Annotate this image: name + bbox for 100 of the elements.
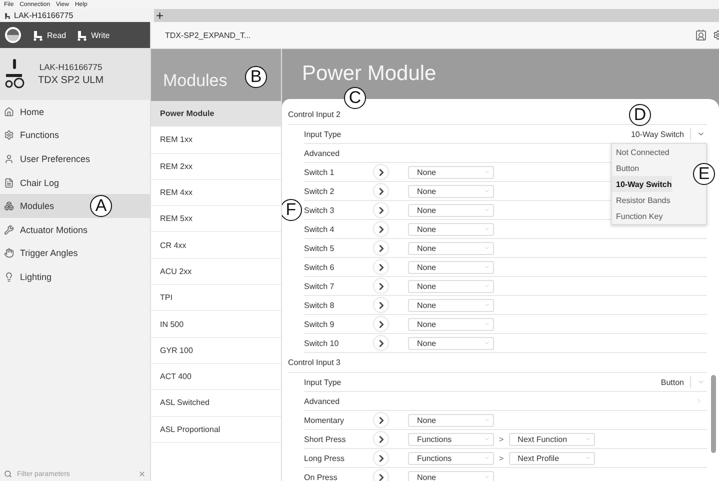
chevron-button[interactable]	[374, 432, 388, 446]
nav-item[interactable]: Chair Log	[0, 170, 150, 194]
nav-item[interactable]: Actuator Motions	[0, 218, 150, 242]
menu-option[interactable]: Resistor Bands	[612, 192, 670, 208]
chevron-down-icon	[484, 474, 490, 480]
value-select[interactable]: None	[408, 318, 494, 330]
nav-item[interactable]: Trigger Angles	[0, 242, 150, 266]
chevron-down-icon	[484, 264, 490, 270]
input-type-select[interactable]: Button	[660, 372, 707, 392]
chevron-button[interactable]	[374, 241, 388, 255]
document-icon	[4, 178, 14, 188]
value-select[interactable]: Functions	[408, 432, 494, 446]
input-type-select[interactable]: 10-Way Switch	[630, 124, 707, 144]
chevron-down-icon	[484, 302, 490, 308]
new-tab-button[interactable]: +	[154, 9, 164, 22]
chevron-down-icon	[484, 169, 490, 175]
wheelchair-icon	[4, 59, 26, 89]
chevron-down-icon	[484, 245, 490, 251]
value-select[interactable]: None	[408, 414, 494, 426]
value-select[interactable]: Functions	[408, 452, 494, 464]
row-label: Short Press	[304, 434, 347, 444]
chevron-down-icon	[584, 436, 591, 442]
callout-marker: E	[693, 163, 715, 185]
scrollbar-thumb[interactable]	[711, 375, 716, 453]
module-item[interactable]: Power Module	[151, 101, 281, 128]
chevron-button[interactable]	[374, 413, 388, 427]
breadcrumb-text: TDX-SP2_EXPAND_T...	[165, 30, 252, 40]
row-label: Switch 9	[304, 320, 336, 328]
menu-option[interactable]: 10-Way Switch	[612, 176, 672, 192]
chevron-button[interactable]	[374, 260, 388, 274]
chevron-button[interactable]	[374, 317, 388, 331]
contact-card-icon[interactable]	[695, 29, 707, 41]
row-label[interactable]: Advanced	[304, 148, 368, 158]
nav-item[interactable]: Home	[0, 100, 150, 124]
home-icon	[4, 106, 14, 117]
chevron-down-icon	[484, 340, 490, 346]
value-select[interactable]: None	[408, 470, 494, 481]
row-label: Switch 7	[304, 282, 336, 290]
value-select[interactable]: None	[408, 204, 494, 216]
chevron-down-icon	[484, 283, 490, 289]
value-select[interactable]: None	[408, 260, 494, 274]
chevron-down-icon	[584, 455, 591, 461]
chevron-down-icon	[484, 436, 490, 442]
value-select[interactable]: None	[408, 184, 494, 198]
chevron-button[interactable]	[374, 451, 388, 465]
value-select[interactable]: None	[408, 298, 494, 312]
row-label: On Press	[304, 472, 338, 481]
chevron-button[interactable]	[374, 336, 388, 350]
module-item[interactable]: ASL Proportional	[151, 416, 281, 443]
row-label[interactable]: Advanced	[304, 396, 368, 406]
nav-item[interactable]: User Preferences	[0, 147, 150, 171]
modules-title: Modules	[163, 71, 228, 91]
menu-option[interactable]: Function Key	[612, 208, 663, 224]
value-select[interactable]: None	[408, 222, 494, 236]
chevron-button[interactable]	[374, 279, 388, 293]
close-icon[interactable]	[138, 470, 146, 478]
chevron-down-icon	[484, 417, 490, 423]
wheelchair-icon	[76, 29, 88, 41]
read-button[interactable]: Read	[32, 29, 66, 41]
value-select[interactable]: None	[408, 242, 494, 254]
section-title: Control Input 3	[288, 353, 707, 373]
boxes-icon	[4, 201, 14, 212]
document-tab[interactable]: LAK-H16166775	[0, 9, 154, 22]
chevron-button[interactable]	[374, 470, 388, 481]
row-label: Switch 8	[304, 300, 336, 310]
chevron-right-icon	[695, 397, 703, 405]
chevron-down-icon	[697, 130, 705, 138]
value-select[interactable]: None	[408, 280, 494, 292]
chevron-button[interactable]	[374, 203, 388, 217]
chevron-down-icon	[697, 378, 705, 386]
wheelchair-icon	[32, 29, 44, 41]
lightbulb-icon	[4, 272, 14, 282]
nav-item[interactable]: Functions	[0, 124, 150, 148]
callout-marker: C	[344, 87, 366, 109]
module-item[interactable]: GYR 100	[151, 338, 281, 364]
chevron-button[interactable]	[374, 298, 388, 312]
nav-item[interactable]: Modules A	[0, 194, 150, 218]
callout-marker: A	[90, 195, 112, 218]
value-select[interactable]: Next Function	[508, 432, 595, 446]
value-select[interactable]: None	[408, 336, 494, 350]
callout-marker: F	[282, 199, 302, 221]
chevron-button[interactable]	[374, 165, 388, 179]
nav-item[interactable]: Lighting	[0, 265, 150, 289]
write-button[interactable]: Write	[76, 29, 110, 41]
connection-icon[interactable]	[4, 26, 22, 44]
chevron-button[interactable]	[374, 184, 388, 198]
menu-option[interactable]: Button	[612, 160, 640, 176]
value-select[interactable]: None	[408, 166, 494, 178]
chevron-down-icon	[484, 226, 490, 232]
menu-option[interactable]: Not Connected	[612, 144, 670, 160]
separator-text: >	[499, 454, 504, 462]
wrench-icon	[4, 224, 14, 235]
row-label: Input Type	[304, 130, 342, 138]
device-name: LAK-H16166775	[39, 62, 102, 72]
hand-icon	[4, 248, 14, 258]
user-icon	[4, 154, 14, 164]
module-item[interactable]: REM 2xx	[151, 154, 281, 180]
value-select[interactable]: Next Profile	[508, 452, 595, 464]
chevron-button[interactable]	[374, 222, 388, 236]
chevron-down-icon	[484, 321, 490, 327]
